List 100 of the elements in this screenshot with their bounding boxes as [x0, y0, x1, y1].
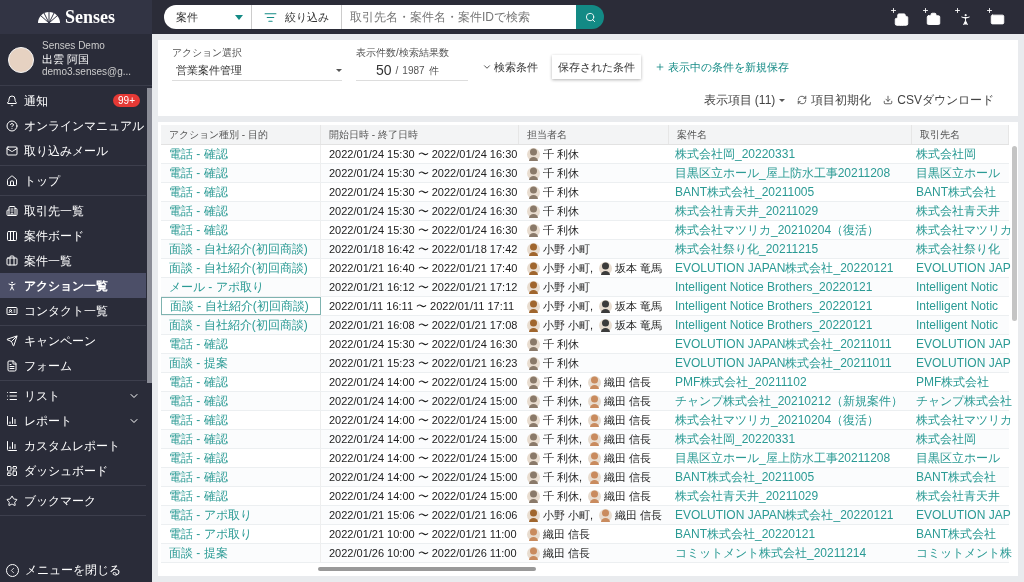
sidebar-item[interactable]: 案件一覧 — [0, 248, 146, 273]
sidebar-item[interactable]: ブックマーク — [0, 488, 146, 513]
action-cell[interactable]: 電話 - 確認 — [161, 487, 321, 505]
sidebar-item[interactable]: 取引先一覧 — [0, 198, 146, 223]
sidebar-item[interactable]: 取り込みメール — [0, 138, 146, 163]
action-cell[interactable]: 電話 - 確認 — [161, 449, 321, 467]
deal-link[interactable]: BANT株式会社_20220121 — [669, 525, 912, 543]
sidebar-item[interactable]: トップ — [0, 168, 146, 193]
action-cell[interactable]: 面談 - 自社紹介(初回商談) — [161, 259, 321, 277]
sidebar-item[interactable]: オンラインマニュアル — [0, 113, 146, 138]
count-field[interactable]: 50 / 1987 件 — [356, 60, 468, 81]
client-link[interactable]: チャンプ株式会社 — [912, 392, 1016, 410]
deal-link[interactable]: Intelligent Notice Brothers_20220121 — [669, 278, 912, 296]
action-cell[interactable]: 面談 - 自社紹介(初回商談) — [161, 297, 321, 315]
client-link[interactable]: BANT株式会社 — [912, 183, 1009, 201]
save-new-link[interactable]: 表示中の条件を新規保存 — [655, 58, 789, 75]
client-link[interactable]: Intelligent Notic — [912, 278, 1009, 296]
deal-link[interactable]: 株式会社岡_20220331 — [669, 430, 912, 448]
sidebar-item[interactable]: キャンペーン — [0, 328, 146, 353]
deal-link[interactable]: BANT株式会社_20211005 — [669, 468, 912, 486]
client-link[interactable]: 株式会社青天井 — [912, 487, 1009, 505]
reset-button[interactable]: 項目初期化 — [797, 91, 872, 109]
sidebar-item[interactable]: アクション一覧 — [0, 273, 146, 298]
deal-link[interactable]: 株式会社青天井_20211029 — [669, 202, 912, 220]
sidebar-item[interactable]: リスト — [0, 383, 146, 408]
client-link[interactable]: 株式会社祭り化 — [912, 240, 1009, 258]
deal-link[interactable]: 目黒区立ホール_屋上防水工事20211208 — [669, 449, 912, 467]
client-link[interactable]: コミットメント株 — [912, 544, 1016, 562]
action-cell[interactable]: 電話 - アポ取り — [161, 506, 321, 524]
scope-dropdown[interactable]: 案件 — [164, 5, 252, 29]
client-link[interactable]: EVOLUTION JAP — [912, 354, 1015, 372]
deal-link[interactable]: EVOLUTION JAPAN株式会社_20220121 — [669, 506, 912, 524]
client-link[interactable]: BANT株式会社 — [912, 525, 1009, 543]
client-link[interactable]: 株式会社青天井 — [912, 202, 1009, 220]
action-cell[interactable]: 面談 - 提案 — [161, 354, 321, 372]
client-link[interactable]: Intelligent Notic — [912, 316, 1009, 334]
sidebar-item[interactable]: コンタクト一覧 — [0, 298, 146, 323]
search-button[interactable] — [576, 5, 604, 29]
deal-link[interactable]: コミットメント株式会社_20211214 — [669, 544, 912, 562]
action-cell[interactable]: 面談 - 自社紹介(初回商談) — [161, 316, 321, 334]
column-header[interactable]: 担当者名 — [519, 125, 669, 144]
action-cell[interactable]: 電話 - 確認 — [161, 145, 321, 163]
saved-conditions-button[interactable]: 保存された条件 — [552, 54, 641, 79]
csv-download-button[interactable]: CSVダウンロード — [883, 91, 994, 109]
sidebar-item[interactable]: 通知 99+ — [0, 88, 146, 113]
client-link[interactable]: EVOLUTION JAP — [912, 335, 1015, 353]
sidebar-item[interactable]: 案件ボード — [0, 223, 146, 248]
deal-link[interactable]: 株式会社青天井_20211029 — [669, 487, 912, 505]
deal-link[interactable]: EVOLUTION JAPAN株式会社_20211011 — [669, 354, 912, 372]
column-header[interactable]: 開始日時 - 終了日時 — [321, 125, 519, 144]
client-link[interactable]: 株式会社マツリカ — [912, 221, 1016, 239]
action-cell[interactable]: 電話 - 確認 — [161, 411, 321, 429]
action-cell[interactable]: 電話 - 確認 — [161, 183, 321, 201]
column-header[interactable]: 案件名 — [669, 125, 912, 144]
client-link[interactable]: EVOLUTION JAP — [912, 506, 1015, 524]
columns-dropdown[interactable]: 表示項目 (11) — [703, 91, 786, 109]
deal-link[interactable]: EVOLUTION JAPAN株式会社_20211011 — [669, 335, 912, 353]
sidebar-item[interactable]: レポート — [0, 408, 146, 433]
close-menu-button[interactable]: メニューを閉じる — [0, 558, 146, 582]
action-cell[interactable]: 電話 - 確認 — [161, 468, 321, 486]
client-link[interactable]: BANT株式会社 — [912, 468, 1009, 486]
deal-link[interactable]: PMF株式会社_20211102 — [669, 373, 912, 391]
deal-link[interactable]: 株式会社マツリカ_20210204（復活） — [669, 411, 912, 429]
client-link[interactable]: PMF株式会社 — [912, 373, 1009, 391]
sidebar-item[interactable]: カスタムレポート — [0, 433, 146, 458]
search-conditions-toggle[interactable]: 検索条件 — [482, 58, 538, 75]
column-header[interactable]: 取引先名 — [912, 125, 1009, 144]
action-cell[interactable]: 電話 - 確認 — [161, 430, 321, 448]
sidebar-item[interactable]: フォーム — [0, 353, 146, 378]
deal-link[interactable]: Intelligent Notice Brothers_20220121 — [669, 316, 912, 334]
deal-link[interactable]: Intelligent Notice Brothers_20220121 — [669, 297, 912, 315]
action-cell[interactable]: 電話 - 確認 — [161, 373, 321, 391]
client-link[interactable]: Intelligent Notic — [912, 297, 1009, 315]
deal-link[interactable]: BANT株式会社_20211005 — [669, 183, 912, 201]
deal-link[interactable]: 株式会社岡_20220331 — [669, 145, 912, 163]
action-cell[interactable]: 面談 - 自社紹介(初回商談) — [161, 240, 321, 258]
action-cell[interactable]: 電話 - 確認 — [161, 202, 321, 220]
action-select[interactable]: 営業案件管理 — [172, 60, 342, 81]
search-field[interactable]: 取引先名・案件名・案件IDで検索 — [342, 5, 576, 29]
deal-link[interactable]: チャンプ株式会社_20210212（新規案件） — [669, 392, 912, 410]
action-cell[interactable]: 電話 - 確認 — [161, 164, 321, 182]
action-cell[interactable]: 電話 - 確認 — [161, 221, 321, 239]
client-link[interactable]: 株式会社岡 — [912, 430, 1009, 448]
client-link[interactable]: 目黒区立ホール — [912, 164, 1009, 182]
client-link[interactable]: 株式会社マツリカ — [912, 411, 1016, 429]
deal-link[interactable]: EVOLUTION JAPAN株式会社_20220121 — [669, 259, 912, 277]
client-link[interactable]: 株式会社岡 — [912, 145, 1009, 163]
action-cell[interactable]: メール - アポ取り — [161, 278, 321, 296]
action-cell[interactable]: 面談 - 提案 — [161, 544, 321, 562]
column-header[interactable]: アクション種別 - 目的 — [161, 125, 321, 144]
filter-button[interactable]: 絞り込み — [252, 5, 342, 29]
deal-link[interactable]: 目黒区立ホール_屋上防水工事20211208 — [669, 164, 912, 182]
client-link[interactable]: EVOLUTION JAP — [912, 259, 1015, 277]
action-cell[interactable]: 電話 - 確認 — [161, 392, 321, 410]
client-link[interactable]: 目黒区立ホール — [912, 449, 1009, 467]
action-cell[interactable]: 電話 - 確認 — [161, 335, 321, 353]
action-cell[interactable]: 電話 - アポ取り — [161, 525, 321, 543]
deal-link[interactable]: 株式会社祭り化_20211215 — [669, 240, 912, 258]
deal-link[interactable]: 株式会社マツリカ_20210204（復活） — [669, 221, 912, 239]
sidebar-item[interactable]: ダッシュボード — [0, 458, 146, 483]
